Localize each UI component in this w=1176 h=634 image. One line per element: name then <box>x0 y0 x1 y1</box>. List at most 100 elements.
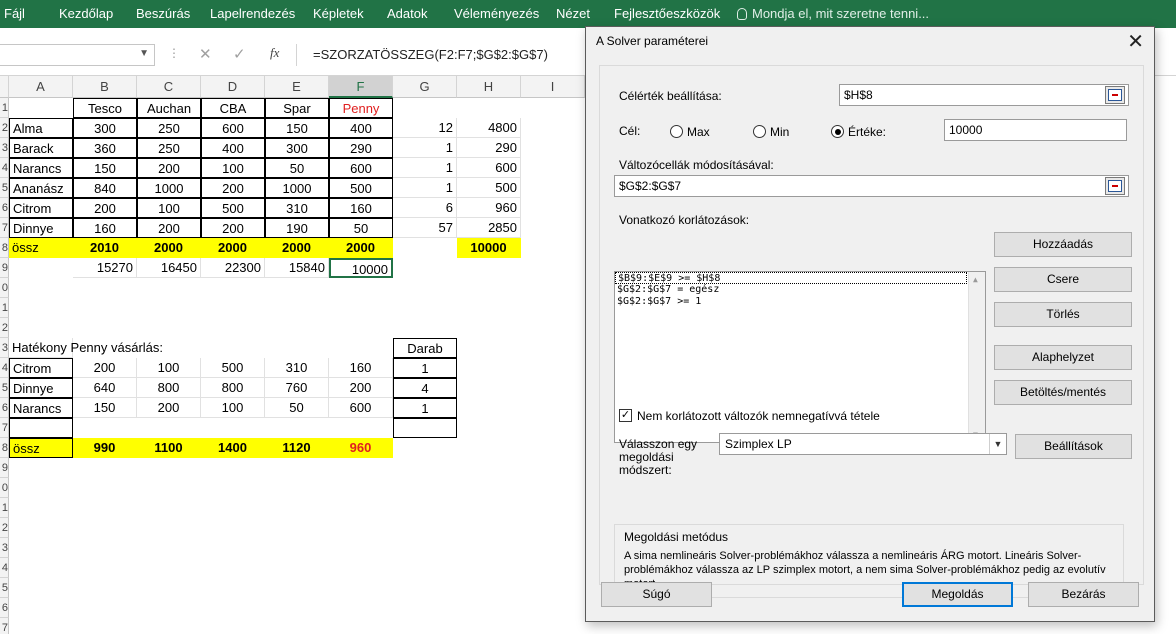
cell[interactable]: 400 <box>329 118 393 138</box>
row-header[interactable]: 6 <box>0 198 9 218</box>
cell[interactable]: 2850 <box>457 218 521 238</box>
cell[interactable]: 57 <box>393 218 457 238</box>
cell[interactable]: 200 <box>329 378 393 398</box>
cell[interactable]: 22300 <box>201 258 265 278</box>
cell[interactable]: 50 <box>329 218 393 238</box>
row-header[interactable]: 2 <box>0 318 9 338</box>
cell[interactable]: 990 <box>73 438 137 458</box>
cell[interactable]: 840 <box>73 178 137 198</box>
cell[interactable]: 760 <box>265 378 329 398</box>
row-header[interactable]: 5 <box>0 378 9 398</box>
cell[interactable]: Narancs <box>9 158 73 178</box>
row-header[interactable]: 8 <box>0 238 9 258</box>
cell[interactable]: 500 <box>201 358 265 378</box>
tab-home[interactable]: Kezdőlap <box>59 6 113 21</box>
row-header[interactable]: 3 <box>0 138 9 158</box>
cell[interactable]: 300 <box>265 138 329 158</box>
column-header[interactable]: E <box>265 76 329 98</box>
cell[interactable]: Citrom <box>9 358 73 378</box>
cell[interactable]: 2010 <box>73 238 137 258</box>
select-all-corner[interactable] <box>0 76 9 98</box>
cell[interactable]: 1 <box>393 158 457 178</box>
column-header[interactable]: F <box>329 76 393 98</box>
cell[interactable]: Barack <box>9 138 73 158</box>
tab-insert[interactable]: Beszúrás <box>136 6 190 21</box>
cancel-icon[interactable]: ✕ <box>199 45 212 63</box>
column-header[interactable]: B <box>73 76 137 98</box>
row-header[interactable]: 6 <box>0 598 9 618</box>
cell[interactable]: 160 <box>73 218 137 238</box>
cell[interactable]: Spar <box>265 98 329 118</box>
cell[interactable]: 500 <box>201 198 265 218</box>
cell[interactable]: 6 <box>393 198 457 218</box>
cell[interactable]: 4800 <box>457 118 521 138</box>
cell[interactable]: 150 <box>73 158 137 178</box>
solve-button[interactable]: Megoldás <box>902 582 1013 607</box>
radio-min[interactable] <box>753 125 766 138</box>
cell[interactable]: 100 <box>137 358 201 378</box>
cell[interactable] <box>9 418 73 438</box>
radio-max[interactable] <box>670 125 683 138</box>
cell[interactable]: 15270 <box>73 258 137 278</box>
cell[interactable]: 250 <box>137 138 201 158</box>
tab-formulas[interactable]: Képletek <box>313 6 364 21</box>
cell[interactable]: 100 <box>201 158 265 178</box>
cell[interactable]: 10000 <box>457 238 521 258</box>
cell[interactable]: 600 <box>329 398 393 418</box>
cell[interactable]: Darab <box>393 338 457 358</box>
row-header[interactable]: 3 <box>0 338 9 358</box>
cell[interactable]: 200 <box>137 158 201 178</box>
cell[interactable]: 290 <box>329 138 393 158</box>
cell[interactable]: 200 <box>201 218 265 238</box>
cell[interactable]: 600 <box>201 118 265 138</box>
chevron-down-icon[interactable]: ▼ <box>989 434 1006 454</box>
row-header[interactable]: 7 <box>0 218 9 238</box>
delete-constraint-button[interactable]: Törlés <box>994 302 1132 327</box>
close-button[interactable]: Bezárás <box>1028 582 1139 607</box>
row-header[interactable]: 2 <box>0 118 9 138</box>
row-header[interactable]: 4 <box>0 358 9 378</box>
cell[interactable]: 100 <box>201 398 265 418</box>
column-header[interactable]: G <box>393 76 457 98</box>
cell[interactable]: Hatékony Penny vásárlás: <box>9 338 163 358</box>
cell[interactable]: 500 <box>329 178 393 198</box>
cell[interactable]: 1 <box>393 358 457 378</box>
cell[interactable]: össz <box>9 438 73 458</box>
cell[interactable]: 2000 <box>201 238 265 258</box>
row-header[interactable]: 9 <box>0 458 9 478</box>
cell[interactable]: 600 <box>457 158 521 178</box>
cell[interactable]: 250 <box>137 118 201 138</box>
cell[interactable]: 960 <box>457 198 521 218</box>
cell[interactable]: 50 <box>265 158 329 178</box>
load-save-button[interactable]: Betöltés/mentés <box>994 380 1132 405</box>
row-header[interactable]: 7 <box>0 418 9 438</box>
cell[interactable]: Tesco <box>73 98 137 118</box>
constraint-item[interactable]: $B$9:$E$9 >= $H$8 <box>615 272 967 284</box>
cell[interactable]: 640 <box>73 378 137 398</box>
solving-method-select[interactable]: Szimplex LP ▼ <box>719 433 1007 455</box>
cell[interactable]: Penny <box>329 98 393 118</box>
objective-input[interactable]: $H$8 <box>839 84 1129 106</box>
scroll-up-icon[interactable]: ▲ <box>973 275 978 284</box>
column-header[interactable]: C <box>137 76 201 98</box>
cell[interactable]: 160 <box>329 358 393 378</box>
cell[interactable]: 200 <box>73 198 137 218</box>
cell[interactable]: 300 <box>73 118 137 138</box>
cell[interactable]: 190 <box>265 218 329 238</box>
cell[interactable]: 2000 <box>265 238 329 258</box>
tab-developer[interactable]: Fejlesztőeszközök <box>614 6 720 21</box>
cell[interactable]: 10000 <box>329 258 393 278</box>
tab-review[interactable]: Véleményezés <box>454 6 539 21</box>
cell[interactable]: 1120 <box>265 438 329 458</box>
constraint-item[interactable]: $G$2:$G$7 >= 1 <box>615 296 985 308</box>
cell[interactable]: 310 <box>265 198 329 218</box>
cell[interactable]: 290 <box>457 138 521 158</box>
formula-input[interactable]: =SZORZATÖSSZEG(F2:F7;$G$2:$G$7) <box>296 44 596 66</box>
chevron-down-icon[interactable]: ▼ <box>139 48 149 59</box>
cell[interactable]: 50 <box>265 398 329 418</box>
worksheet-grid[interactable]: ABCDEFGHI1234567890123456789012345678Tes… <box>0 76 600 634</box>
tab-data[interactable]: Adatok <box>387 6 427 21</box>
cell[interactable]: 500 <box>457 178 521 198</box>
cell[interactable]: Dinnye <box>9 218 73 238</box>
confirm-icon[interactable]: ✓ <box>233 45 246 63</box>
